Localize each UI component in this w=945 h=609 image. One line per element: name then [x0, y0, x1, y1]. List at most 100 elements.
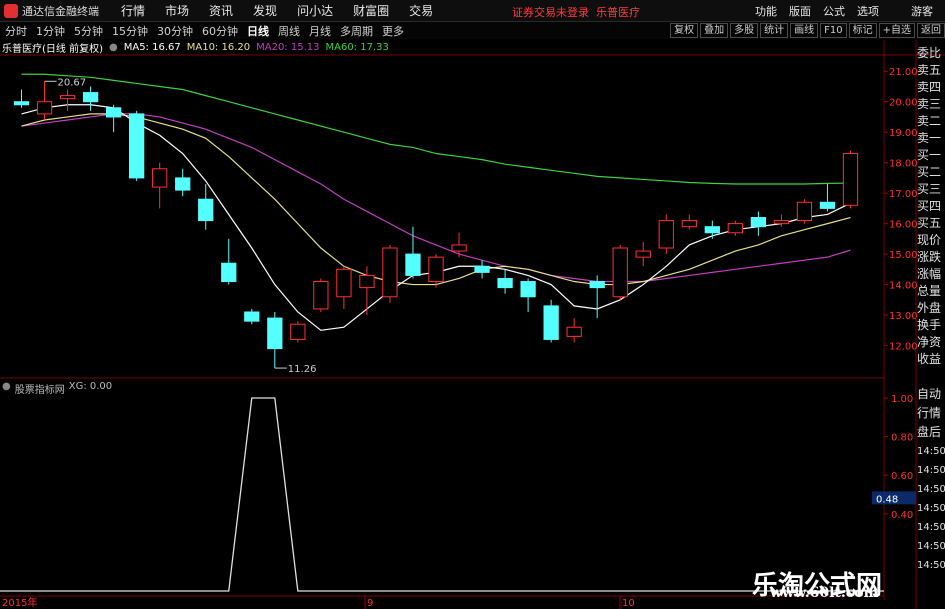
side-panel-time[interactable]: 行情	[917, 404, 945, 423]
indicator-name: 股票指标网	[14, 385, 65, 396]
side-panel-time: 14:50	[917, 541, 945, 552]
candle-body	[750, 217, 767, 228]
side-panel-time: 14:50	[917, 503, 945, 514]
side-panel-time: 14:50	[917, 465, 945, 476]
kline-chart[interactable]: 21.00 20.00 19.00 18.00 17.00 16.00 15.00 14.00…	[0, 0, 945, 609]
side-panel-item: 外盘	[917, 301, 942, 315]
price-tick-label: 21.00	[889, 67, 918, 78]
candle-body	[543, 305, 559, 340]
side-panel-time: 14:50	[917, 484, 945, 495]
date-label: 9	[367, 598, 373, 609]
candle-body	[658, 220, 674, 249]
side-panel-item: 卖三	[917, 97, 942, 111]
side-panel-item: 卖一	[917, 131, 942, 145]
ma5-line	[21, 104, 851, 331]
candle-body	[773, 220, 790, 225]
xg-tick-label: 0.40	[891, 510, 913, 521]
date-label: 2015年	[2, 596, 37, 609]
candle-body	[359, 274, 375, 289]
price-tick-label: 13.00	[889, 311, 918, 322]
xg-line	[0, 397, 884, 592]
settings-dot-icon[interactable]: ●	[109, 42, 118, 53]
date-label: 10	[622, 598, 635, 609]
candle-body	[59, 95, 76, 100]
candle-body	[152, 168, 168, 188]
chart-title: 乐普医疗(日线 前复权)	[2, 43, 103, 55]
candle-body	[13, 101, 30, 106]
candle-body	[796, 201, 813, 222]
side-panel-item: 净资	[917, 335, 942, 349]
price-tick-label: 14.00	[889, 281, 918, 292]
price-tick-label: 16.00	[889, 220, 918, 231]
candle-body	[497, 277, 513, 289]
side-panel-item: 现价	[917, 233, 942, 247]
high-label: 20.67	[58, 77, 87, 88]
candle-body	[82, 92, 99, 103]
candle-body	[405, 253, 421, 276]
candle-body	[221, 262, 237, 283]
side-panel-item: 收益	[917, 352, 942, 366]
candle-body	[842, 153, 859, 206]
price-tick-label: 18.00	[889, 159, 918, 170]
candle-body	[336, 268, 352, 298]
candle-body	[704, 226, 720, 234]
side-panel-time: 14:50	[917, 522, 945, 533]
candle-body	[428, 256, 444, 283]
side-panel-item: 买二	[917, 165, 942, 179]
side-panel-item: 委比	[917, 46, 942, 60]
side-panel-item: 卖五	[917, 63, 942, 77]
low-label: 11.26	[288, 364, 317, 375]
side-panel-item: 总量	[917, 284, 942, 298]
indicator-dot-icon[interactable]: ●	[2, 381, 11, 396]
candle-body	[198, 198, 214, 222]
candle-body	[382, 247, 398, 298]
ma60-line	[21, 73, 851, 185]
side-panel-item: 买一	[917, 148, 942, 162]
side-panel-time[interactable]: 自动	[917, 385, 945, 404]
side-panel-item: 换手	[917, 318, 942, 332]
candle-body	[681, 220, 697, 228]
price-tick-label: 12.00	[889, 342, 918, 353]
candle-body	[727, 223, 743, 234]
side-panel-time[interactable]: 盘后	[917, 423, 945, 442]
candle-body	[819, 201, 836, 209]
side-panel-time: 14:50	[917, 446, 945, 457]
side-panel-item: 卖四	[917, 80, 942, 94]
watermark-url: www.60lt.com	[770, 585, 879, 601]
candle-body	[313, 281, 329, 310]
candle-body	[175, 177, 191, 191]
candle-body	[566, 326, 582, 337]
ma60-label: MA60: 17.33	[325, 41, 389, 53]
quote-side-panel: 委比 卖五 卖四 卖三 卖二 卖一 买一 买二 买三 买四 买五 现价 涨跌 涨幅 总量 外盘 换手 净资 收益 自…	[917, 45, 945, 571]
price-tick-label: 15.00	[889, 250, 918, 261]
candle-body	[635, 250, 651, 258]
candle-body	[520, 281, 536, 298]
side-panel-item: 买五	[917, 216, 942, 230]
side-panel-time: 14:50	[917, 560, 945, 571]
side-panel-item: 买三	[917, 182, 942, 196]
candle-body	[129, 113, 145, 179]
price-tick-label: 19.00	[889, 128, 918, 139]
candle-body	[267, 317, 283, 350]
candle-body	[589, 281, 605, 289]
candle-body	[612, 247, 628, 298]
candle-body	[474, 265, 490, 273]
candle-body	[105, 107, 122, 118]
xg-tick-label: 1.00	[891, 394, 913, 405]
candle-body	[451, 244, 467, 252]
price-tick-label: 17.00	[889, 189, 918, 200]
ma-info-bar: 乐普医疗(日线 前复权) ● MA5: 16.67 MA10: 16.20 MA…	[0, 40, 395, 55]
price-tick-label: 20.00	[889, 98, 918, 109]
ma20-label: MA20: 15.13	[256, 41, 320, 53]
side-panel-item: 卖二	[917, 114, 942, 128]
candle-body	[36, 101, 53, 115]
ma5-label: MA5: 16.67	[123, 41, 181, 53]
ma10-label: MA10: 16.20	[186, 41, 251, 53]
side-panel-item: 涨跌	[917, 250, 942, 264]
indicator-xg: XG: 0.00	[68, 381, 113, 392]
candle-body	[244, 311, 260, 322]
candle-body	[290, 323, 306, 340]
xg-tick-label: 0.80	[891, 433, 913, 444]
xg-tick-label: 0.60	[891, 471, 913, 482]
side-panel-item: 涨幅	[917, 267, 942, 281]
